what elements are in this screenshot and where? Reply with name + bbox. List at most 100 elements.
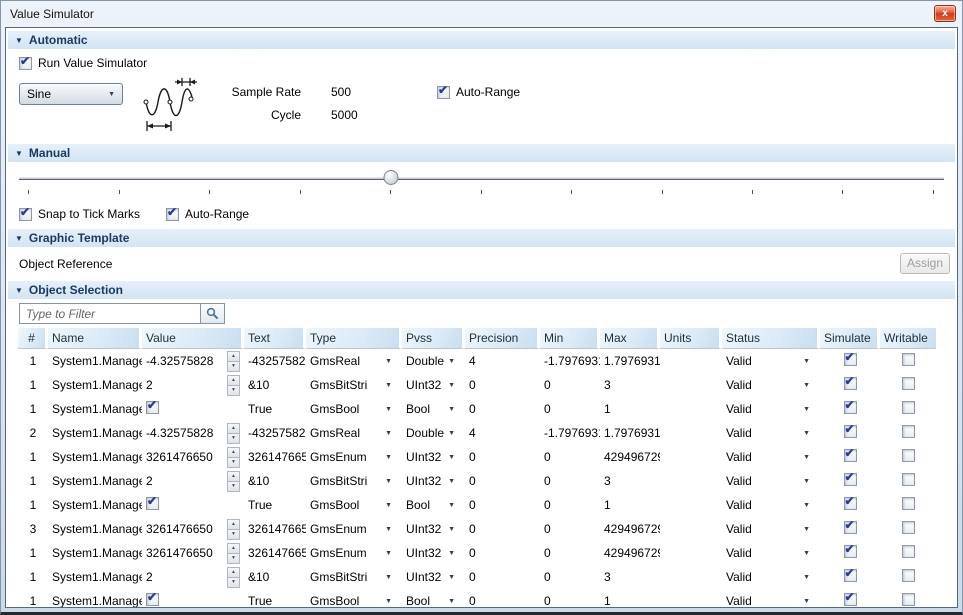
table-row[interactable]: 1System1.Managen✔TrueGmsBool▼Bool▼001Val…	[18, 493, 936, 517]
spin-up-icon[interactable]: ▲	[227, 471, 240, 481]
cell-writable[interactable]	[880, 589, 936, 608]
chevron-down-icon[interactable]: ▼	[385, 550, 398, 557]
cell-status[interactable]: Valid▼	[722, 349, 820, 373]
table-row[interactable]: 1System1.Managen2▲▼&10GmsBitStri▼UInt32▼…	[18, 565, 936, 589]
chevron-down-icon[interactable]: ▼	[448, 502, 461, 509]
cell-type[interactable]: GmsBool▼	[306, 397, 402, 421]
cell-type[interactable]: GmsEnum▼	[306, 445, 402, 469]
chevron-down-icon[interactable]: ▼	[448, 454, 461, 461]
cell-type[interactable]: GmsBitStri▼	[306, 469, 402, 493]
column-header-simulate[interactable]: Simulate	[820, 328, 880, 349]
chevron-down-icon[interactable]: ▼	[448, 358, 461, 365]
cell-simulate[interactable]: ✔	[820, 517, 880, 541]
run-value-simulator-checkbox[interactable]: ✔	[19, 57, 32, 70]
cell-status[interactable]: Valid▼	[722, 421, 820, 445]
chevron-down-icon[interactable]: ▼	[448, 478, 461, 485]
writable-checkbox[interactable]	[902, 425, 915, 438]
collapse-caret-icon[interactable]: ▼	[15, 149, 23, 158]
cell-value[interactable]: -4.32575828▲▼	[142, 421, 244, 445]
chevron-down-icon[interactable]: ▼	[803, 430, 816, 437]
column-header-pvss[interactable]: Pvss	[402, 328, 465, 349]
value-spinner[interactable]: ▲▼	[227, 447, 240, 468]
cell-simulate[interactable]: ✔	[820, 445, 880, 469]
cell-value[interactable]: 2▲▼	[142, 469, 244, 493]
value-checkbox[interactable]: ✔	[146, 497, 159, 510]
column-header-text[interactable]: Text	[244, 328, 306, 349]
chevron-down-icon[interactable]: ▼	[803, 382, 816, 389]
cell-type[interactable]: GmsEnum▼	[306, 517, 402, 541]
value-checkbox[interactable]: ✔	[146, 401, 159, 414]
value-spinner[interactable]: ▲▼	[227, 567, 240, 588]
spin-down-icon[interactable]: ▼	[227, 361, 240, 372]
value-spinner[interactable]: ▲▼	[227, 423, 240, 444]
manual-auto-range-checkbox[interactable]: ✔	[166, 208, 179, 221]
value-spinner[interactable]: ▲▼	[227, 351, 240, 372]
writable-checkbox[interactable]	[902, 521, 915, 534]
close-button[interactable]: x	[934, 5, 956, 22]
cell-type[interactable]: GmsBitStri▼	[306, 565, 402, 589]
simulate-checkbox[interactable]: ✔	[844, 545, 857, 558]
chevron-down-icon[interactable]: ▼	[448, 430, 461, 437]
cell-simulate[interactable]: ✔	[820, 469, 880, 493]
value-checkbox[interactable]: ✔	[146, 593, 159, 606]
cell-simulate[interactable]: ✔	[820, 565, 880, 589]
cell-writable[interactable]	[880, 445, 936, 469]
writable-checkbox[interactable]	[902, 377, 915, 390]
cell-writable[interactable]	[880, 517, 936, 541]
simulate-checkbox[interactable]: ✔	[844, 521, 857, 534]
cell-pvss[interactable]: UInt32▼	[402, 469, 465, 493]
cell-pvss[interactable]: UInt32▼	[402, 541, 465, 565]
simulate-checkbox[interactable]: ✔	[844, 473, 857, 486]
slider-track[interactable]	[19, 177, 944, 180]
collapse-caret-icon[interactable]: ▼	[15, 36, 23, 45]
chevron-down-icon[interactable]: ▼	[448, 574, 461, 581]
cell-pvss[interactable]: UInt32▼	[402, 373, 465, 397]
cell-pvss[interactable]: UInt32▼	[402, 565, 465, 589]
chevron-down-icon[interactable]: ▼	[448, 382, 461, 389]
table-row[interactable]: 1System1.Managen2▲▼&10GmsBitStri▼UInt32▼…	[18, 469, 936, 493]
cell-value[interactable]: ✔	[142, 397, 244, 421]
chevron-down-icon[interactable]: ▼	[385, 358, 398, 365]
cell-value[interactable]: 3261476650▲▼	[142, 445, 244, 469]
cell-pvss[interactable]: Bool▼	[402, 589, 465, 608]
cell-type[interactable]: GmsReal▼	[306, 349, 402, 373]
snap-to-tick-marks-checkbox[interactable]: ✔	[19, 208, 32, 221]
collapse-caret-icon[interactable]: ▼	[15, 286, 23, 295]
table-row[interactable]: 1System1.Managen✔TrueGmsBool▼Bool▼001Val…	[18, 397, 936, 421]
cell-writable[interactable]	[880, 541, 936, 565]
spin-up-icon[interactable]: ▲	[227, 375, 240, 385]
cell-value[interactable]: ✔	[142, 493, 244, 517]
chevron-down-icon[interactable]: ▼	[385, 574, 398, 581]
value-spinner[interactable]: ▲▼	[227, 375, 240, 396]
chevron-down-icon[interactable]: ▼	[803, 358, 816, 365]
value-spinner[interactable]: ▲▼	[227, 543, 240, 564]
chevron-down-icon[interactable]: ▼	[385, 406, 398, 413]
cell-value[interactable]: 2▲▼	[142, 565, 244, 589]
cell-status[interactable]: Valid▼	[722, 493, 820, 517]
cell-pvss[interactable]: UInt32▼	[402, 445, 465, 469]
slider-thumb[interactable]	[383, 170, 398, 185]
cell-simulate[interactable]: ✔	[820, 589, 880, 608]
chevron-down-icon[interactable]: ▼	[385, 478, 398, 485]
chevron-down-icon[interactable]: ▼	[803, 478, 816, 485]
spin-down-icon[interactable]: ▼	[227, 553, 240, 564]
cell-status[interactable]: Valid▼	[722, 541, 820, 565]
column-header-status[interactable]: Status	[722, 328, 820, 349]
cell-status[interactable]: Valid▼	[722, 517, 820, 541]
table-row[interactable]: 2System1.Managen-4.32575828▲▼-43257582Gm…	[18, 421, 936, 445]
cell-writable[interactable]	[880, 349, 936, 373]
writable-checkbox[interactable]	[902, 545, 915, 558]
cell-writable[interactable]	[880, 493, 936, 517]
search-button[interactable]	[201, 303, 225, 324]
column-header-writable[interactable]: Writable	[880, 328, 936, 349]
spin-down-icon[interactable]: ▼	[227, 385, 240, 396]
filter-input[interactable]	[19, 303, 201, 324]
cell-type[interactable]: GmsEnum▼	[306, 541, 402, 565]
chevron-down-icon[interactable]: ▼	[448, 598, 461, 605]
spin-down-icon[interactable]: ▼	[227, 529, 240, 540]
automatic-auto-range-checkbox[interactable]: ✔	[437, 86, 450, 99]
cell-status[interactable]: Valid▼	[722, 445, 820, 469]
chevron-down-icon[interactable]: ▼	[385, 382, 398, 389]
spin-up-icon[interactable]: ▲	[227, 351, 240, 361]
table-row[interactable]: 1System1.Managen✔TrueGmsBool▼Bool▼001Val…	[18, 589, 936, 608]
